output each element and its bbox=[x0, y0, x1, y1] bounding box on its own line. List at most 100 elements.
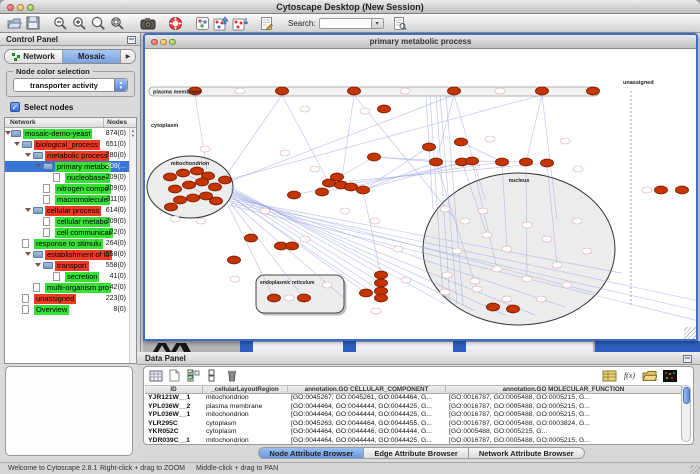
expand-triangle-icon[interactable] bbox=[35, 263, 41, 267]
tree-row[interactable]: metabolic process280(0) bbox=[5, 150, 129, 161]
expand-triangle-icon[interactable] bbox=[14, 142, 20, 146]
column-header[interactable]: annotation.GO CELLULAR_COMPONENT bbox=[288, 386, 446, 394]
node-color-combobox[interactable]: transporter activity ▲▼ bbox=[13, 78, 128, 92]
tree-row[interactable]: response to stimulu264(0) bbox=[5, 238, 129, 249]
node[interactable] bbox=[316, 188, 329, 196]
background-window-edge[interactable] bbox=[453, 341, 466, 352]
node[interactable] bbox=[536, 87, 549, 95]
tree-row[interactable]: nitrogen compo209(0) bbox=[5, 183, 129, 194]
attribute-row[interactable]: YLR295Ccytoplasm[GO:0045263, GO:0044464,… bbox=[145, 420, 682, 429]
tree-row[interactable]: establishment of lo558(0) bbox=[5, 249, 129, 260]
node-outline[interactable] bbox=[310, 166, 320, 172]
tab-mosaic[interactable]: Mosaic bbox=[63, 50, 121, 63]
node-outline[interactable] bbox=[542, 236, 552, 242]
node[interactable] bbox=[466, 157, 479, 165]
node[interactable] bbox=[174, 196, 187, 204]
node[interactable] bbox=[187, 194, 200, 202]
nodes-column-header[interactable]: Nodes bbox=[107, 119, 127, 126]
tree-row[interactable]: mosaic-demo-yeast874(0) bbox=[5, 128, 129, 139]
scrollbar-thumb[interactable] bbox=[683, 387, 690, 404]
tree-row[interactable]: unassigned223(0) bbox=[5, 293, 129, 304]
float-data-panel-icon[interactable] bbox=[683, 355, 692, 363]
tree-row[interactable]: multi-organism pro42(0) bbox=[5, 282, 129, 293]
node[interactable] bbox=[191, 167, 204, 175]
node[interactable] bbox=[587, 87, 600, 95]
background-window-edge[interactable] bbox=[240, 341, 253, 352]
node-outline[interactable] bbox=[280, 150, 290, 156]
node-outline[interactable] bbox=[482, 232, 492, 238]
network-canvas[interactable]: plasma membranecytoplasmmitochondrionnuc… bbox=[145, 49, 696, 339]
node[interactable] bbox=[348, 87, 361, 95]
background-window-preview[interactable] bbox=[466, 341, 593, 352]
tree-row[interactable]: Overview8(0) bbox=[5, 304, 129, 315]
column-header[interactable]: _cellularLayoutRegion bbox=[203, 386, 288, 394]
node-outline[interactable] bbox=[522, 222, 532, 228]
node-outline[interactable] bbox=[340, 208, 350, 214]
app-resize-grip[interactable] bbox=[690, 465, 700, 474]
float-panel-icon[interactable] bbox=[127, 36, 136, 44]
node-outline[interactable] bbox=[552, 262, 562, 268]
annotation-icon[interactable] bbox=[259, 15, 275, 31]
tree-row[interactable]: macromolecule311(0) bbox=[5, 194, 129, 205]
app-titlebar[interactable]: Cytoscape Desktop (New Session) bbox=[0, 0, 700, 14]
node[interactable] bbox=[165, 203, 178, 211]
node-outline[interactable] bbox=[170, 216, 180, 222]
tree-scrollbar[interactable]: ▲▼ bbox=[129, 128, 136, 363]
node-outline[interactable] bbox=[522, 276, 532, 282]
snapshot-icon[interactable] bbox=[140, 15, 156, 31]
new-attribute-icon[interactable] bbox=[167, 369, 182, 382]
tab-overflow-button[interactable]: ▶ bbox=[121, 50, 135, 63]
node-outline[interactable] bbox=[284, 295, 294, 301]
plugin-network-icon-1[interactable] bbox=[194, 15, 210, 31]
node-outline[interactable] bbox=[470, 278, 480, 284]
plugin-network-icon-2[interactable] bbox=[213, 15, 229, 31]
node[interactable] bbox=[245, 234, 258, 242]
node[interactable] bbox=[496, 158, 509, 166]
node-outline[interactable] bbox=[235, 88, 245, 94]
node[interactable] bbox=[676, 186, 689, 194]
tree-row[interactable]: nucleobase-209(0) bbox=[5, 172, 129, 183]
attribute-row[interactable]: YDR039C__1mitochondrion[GO:0044464, GO:0… bbox=[145, 437, 682, 446]
attribute-grid-icon[interactable] bbox=[148, 369, 163, 382]
node-outline[interactable] bbox=[495, 88, 505, 94]
column-header[interactable]: ID bbox=[145, 386, 203, 394]
node[interactable] bbox=[183, 181, 196, 189]
node-outline[interactable] bbox=[440, 289, 450, 295]
node-outline[interactable] bbox=[452, 248, 462, 254]
select-attributes-icon[interactable] bbox=[186, 369, 201, 382]
node[interactable] bbox=[360, 289, 373, 297]
node[interactable] bbox=[210, 197, 223, 205]
node-outline[interactable] bbox=[322, 282, 332, 288]
node[interactable] bbox=[177, 169, 190, 177]
tab-edge-attribute-browser[interactable]: Edge Attribute Browser bbox=[363, 447, 467, 459]
node[interactable] bbox=[375, 294, 388, 302]
node-outline[interactable] bbox=[393, 246, 403, 252]
attribute-table-scrollbar[interactable] bbox=[681, 385, 691, 442]
delete-attribute-icon[interactable] bbox=[224, 369, 239, 382]
node[interactable] bbox=[286, 242, 299, 250]
node[interactable] bbox=[430, 158, 443, 166]
node-outline[interactable] bbox=[582, 248, 592, 254]
node-outline[interactable] bbox=[230, 276, 240, 282]
node-outline[interactable] bbox=[485, 136, 495, 142]
node-outline[interactable] bbox=[300, 106, 310, 112]
node-outline[interactable] bbox=[472, 286, 482, 292]
help-ring-icon[interactable] bbox=[167, 15, 183, 31]
column-header[interactable]: annotation.GO MOLECULAR_FUNCTION bbox=[446, 386, 682, 394]
node-outline[interactable] bbox=[360, 108, 370, 114]
node-outline[interactable] bbox=[478, 208, 488, 214]
plugin-network-icon-3[interactable] bbox=[232, 15, 248, 31]
node[interactable] bbox=[288, 191, 301, 199]
tab-node-attribute-browser[interactable]: Node Attribute Browser bbox=[258, 447, 363, 459]
zoom-in-icon[interactable] bbox=[71, 15, 87, 31]
expand-triangle-icon[interactable] bbox=[25, 252, 31, 256]
node[interactable] bbox=[655, 186, 668, 194]
node-outline[interactable] bbox=[196, 218, 206, 224]
background-window-edge[interactable] bbox=[343, 341, 356, 352]
node-outline[interactable] bbox=[401, 277, 411, 283]
attribute-row[interactable]: YJR121W__1mitochondrion[GO:0045267, GO:0… bbox=[145, 394, 682, 403]
expand-triangle-icon[interactable] bbox=[35, 164, 41, 168]
save-session-icon[interactable] bbox=[25, 15, 41, 31]
node[interactable] bbox=[196, 178, 209, 186]
attribute-table-header[interactable]: ID_cellularLayoutRegionannotation.GO CEL… bbox=[145, 385, 682, 394]
